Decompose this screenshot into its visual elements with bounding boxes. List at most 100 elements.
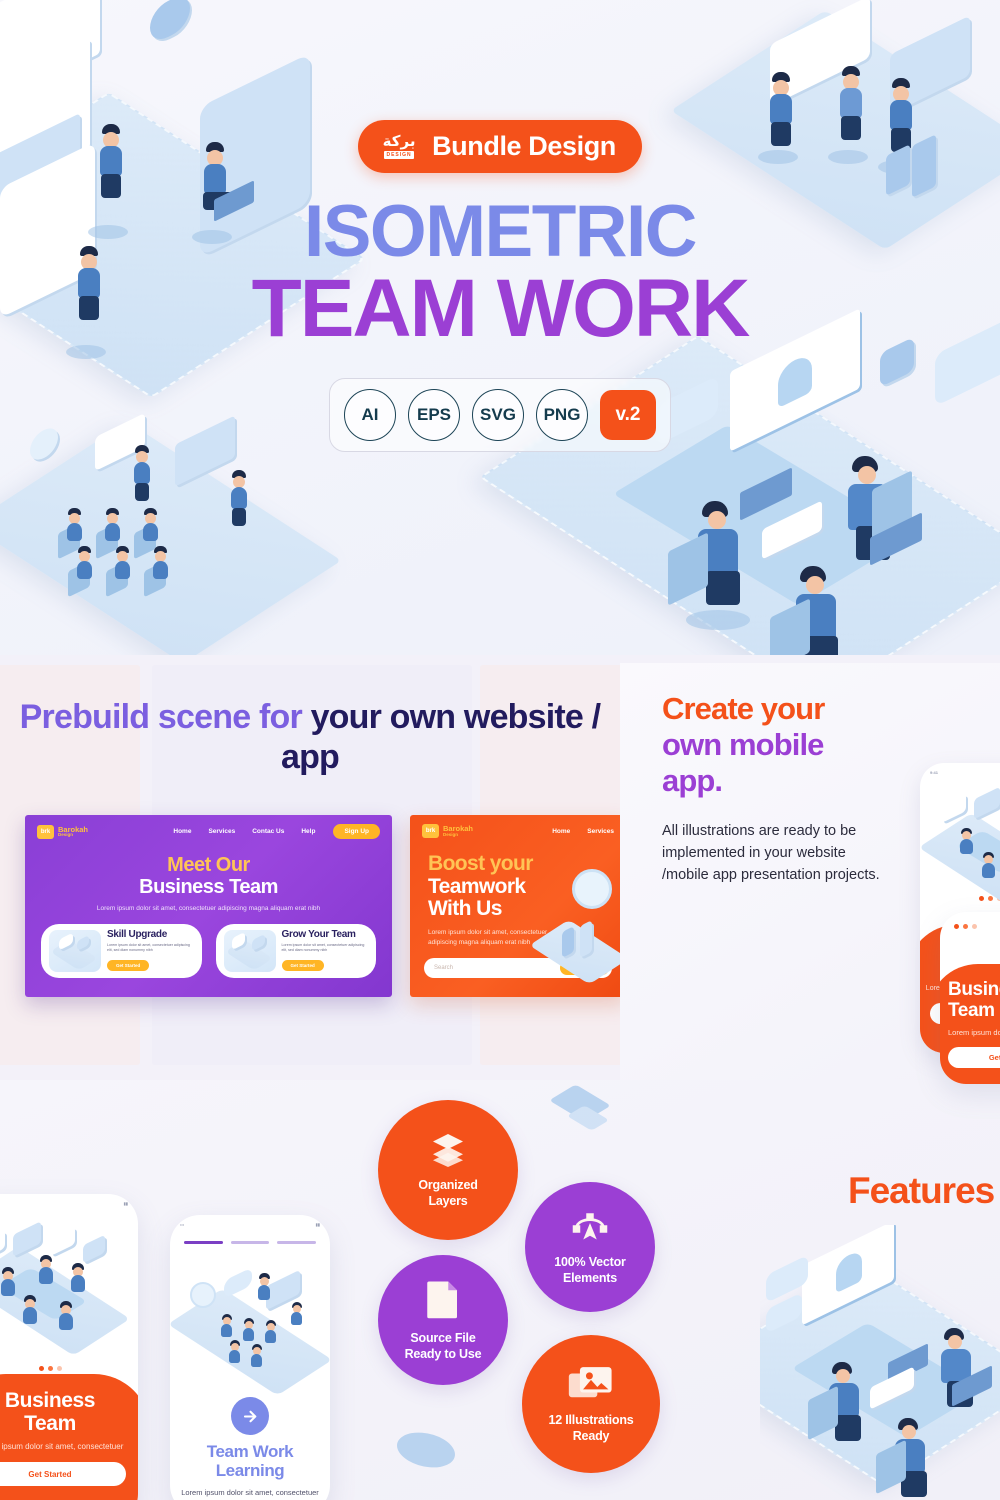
phone-right-title-1: Business bbox=[948, 979, 1000, 1000]
nav-link-services[interactable]: Services bbox=[208, 828, 235, 835]
carousel-dots[interactable] bbox=[920, 896, 1000, 901]
hero-section: بركة DESIGN Bundle Design ISOMETRIC TEAM… bbox=[0, 0, 1000, 655]
purple-feature-cards: Skill Upgrade Lorem ipsum dolor sit amet… bbox=[25, 914, 392, 979]
progress-tabs[interactable] bbox=[170, 1227, 330, 1244]
purple-headline-accent: Meet Our bbox=[167, 854, 250, 876]
phone-illustration bbox=[920, 785, 1000, 904]
phone1-cta-panel: Business Team Lorem ipsum dolor sit amet… bbox=[0, 1374, 138, 1500]
feature-label-line1: Source File bbox=[410, 1331, 476, 1346]
feature-label: 100% Vector Elements bbox=[554, 1255, 626, 1286]
phone-status-bar: ••• ▮▮ bbox=[0, 1194, 138, 1206]
nav-link-home[interactable]: Home bbox=[173, 828, 191, 835]
purple-mockup-logo[interactable]: brk Barokah Design bbox=[37, 824, 88, 839]
format-badge-svg[interactable]: SVG bbox=[472, 389, 524, 442]
deco-pie-icon bbox=[385, 1425, 467, 1475]
barokah-logo-icon: بركة DESIGN bbox=[378, 132, 420, 162]
phone1-title-1: Business bbox=[4, 1389, 96, 1412]
nav-link-contact[interactable]: Contac Us bbox=[252, 828, 284, 835]
status-icons-icon: ▮▮ bbox=[315, 1222, 320, 1227]
deco-chart-icon bbox=[549, 1084, 611, 1131]
card-body: Lorem ipsum dolor sit amet, consectetuer… bbox=[107, 942, 190, 953]
card-title: Grow Your Team bbox=[281, 929, 356, 941]
mobile-panel-heading: Create your own mobile app. bbox=[662, 691, 902, 799]
feature-label: Organized Layers bbox=[418, 1178, 478, 1209]
phone2-title-1: Team Work bbox=[206, 1442, 294, 1461]
phone2-title: Team Work Learning bbox=[170, 1442, 330, 1480]
brand-sub: DESIGN bbox=[384, 151, 414, 159]
purple-paragraph: Lorem ipsum dolor sit amet, consectetuer… bbox=[96, 905, 321, 912]
phone2-illustration bbox=[170, 1258, 330, 1396]
status-icons-icon: ▮▮ bbox=[123, 1201, 128, 1206]
phone2-title-2: Learning bbox=[215, 1460, 285, 1480]
phone2-paragraph: Lorem ipsum dolor sit amet, consectetuer bbox=[181, 1488, 319, 1497]
feature-label-line2: Layers bbox=[428, 1193, 468, 1208]
nav-link-services[interactable]: Services bbox=[587, 828, 614, 835]
mobile-panel-paragraph: All illustrations are ready to be implem… bbox=[662, 823, 880, 883]
phone1-title-2: Team bbox=[24, 1411, 76, 1435]
phone-mockup-team-work-learning[interactable]: ••• ▮▮ Team Work Learning Lorem ipsum do… bbox=[170, 1215, 330, 1500]
phone1-paragraph: Lorem ipsum dolor sit amet, consectetuer bbox=[0, 1442, 124, 1452]
card-get-started-button[interactable]: Get Started bbox=[281, 959, 324, 971]
purple-logo-sub: Design bbox=[58, 832, 74, 837]
phone-status-bar: 9:41 ▮▮ bbox=[920, 763, 1000, 775]
phone-mockup-business-team[interactable]: ••• ▮▮ Business Team Lorem ipsum dolor s… bbox=[0, 1194, 138, 1500]
feature-card-skill-upgrade[interactable]: Skill Upgrade Lorem ipsum dolor sit amet… bbox=[41, 924, 202, 979]
feature-card-grow-your-team[interactable]: Grow Your Team Lorem ipsum dolor sit ame… bbox=[215, 924, 376, 979]
orange-mockup-logo[interactable]: brk Barokah Design bbox=[422, 824, 473, 838]
feature-circle-vector-elements[interactable]: 100% Vector Elements bbox=[525, 1182, 655, 1312]
feature-label: 12 Illustrations Ready bbox=[548, 1413, 633, 1444]
phone1-illustration bbox=[0, 1220, 131, 1356]
card-body: Lorem ipsum dolor sit amet, consectetuer… bbox=[281, 942, 365, 953]
mobile-heading-orange: Create your bbox=[662, 691, 825, 726]
prebuild-section: Prebuild scene for your own website / ap… bbox=[0, 655, 1000, 1080]
prebuild-heading-part2: your own website / app bbox=[280, 698, 601, 777]
format-badge-eps[interactable]: EPS bbox=[408, 389, 460, 442]
phone-right-get-started-button[interactable]: Get Started bbox=[948, 1047, 1000, 1069]
mobile-heading-purple-1: own mobile bbox=[662, 726, 824, 762]
phone1-get-started-button[interactable]: Get Started bbox=[0, 1462, 126, 1487]
hero-illustration-classroom bbox=[0, 412, 342, 655]
purple-mockup-nav-links: Home Services Contac Us Help bbox=[173, 828, 315, 835]
card-get-started-button[interactable]: Get Started bbox=[107, 959, 150, 971]
prebuild-heading-part1: Prebuild scene for bbox=[19, 698, 303, 736]
layers-icon bbox=[426, 1131, 470, 1172]
hero-title-line1: ISOMETRIC bbox=[303, 191, 698, 272]
features-heading: Features bbox=[848, 1170, 995, 1211]
sign-up-button[interactable]: Sign Up bbox=[333, 824, 380, 839]
nav-link-help[interactable]: Help bbox=[301, 828, 315, 835]
orange-website-mockup[interactable]: brk Barokah Design Home Services Boost y… bbox=[410, 815, 626, 997]
hero-title-line2: TEAM WORK bbox=[251, 263, 751, 355]
status-dots-icon: ••• bbox=[180, 1222, 185, 1227]
status-time: 9:41 bbox=[930, 770, 939, 775]
arrow-right-icon[interactable] bbox=[231, 1397, 269, 1435]
prebuild-heading: Prebuild scene for your own website / ap… bbox=[0, 697, 620, 777]
mobile-heading-purple-2: app. bbox=[662, 762, 723, 798]
feature-label: Source File Ready to Use bbox=[405, 1331, 482, 1362]
pen-tool-icon bbox=[569, 1208, 611, 1249]
bundle-design-badge[interactable]: بركة DESIGN Bundle Design bbox=[358, 120, 642, 173]
feature-label-line1: Organized bbox=[418, 1178, 478, 1193]
format-badges: AI EPS SVG PNG v.2 bbox=[329, 378, 671, 453]
phone-right-cta-panel: Business Team Lorem ipsum dolor sit amet… bbox=[940, 964, 1000, 1084]
file-icon bbox=[425, 1278, 461, 1325]
barokah-mark-icon: brk bbox=[37, 824, 54, 839]
feature-circle-source-file[interactable]: Source File Ready to Use bbox=[378, 1255, 508, 1385]
badge-label: Bundle Design bbox=[432, 131, 616, 161]
feature-circle-organized-layers[interactable]: Organized Layers bbox=[378, 1100, 518, 1240]
phone-status-bar: ••• ▮▮ bbox=[170, 1215, 330, 1227]
feature-label-line2: Ready to Use bbox=[404, 1346, 482, 1361]
carousel-dots[interactable] bbox=[0, 1366, 138, 1371]
orange-mockup-navbar: brk Barokah Design Home Services bbox=[410, 815, 626, 847]
version-badge[interactable]: v.2 bbox=[600, 390, 656, 441]
purple-website-mockup[interactable]: brk Barokah Design Home Services Contac … bbox=[25, 815, 392, 997]
format-badge-png[interactable]: PNG bbox=[536, 389, 588, 442]
brand-script: بركة bbox=[382, 132, 417, 150]
phone-mockup-business-team-right[interactable]: Business Team Lorem ipsum dolor sit amet… bbox=[940, 912, 1000, 1084]
nav-link-home[interactable]: Home bbox=[552, 828, 570, 835]
carousel-dots[interactable] bbox=[940, 924, 1000, 929]
format-badge-ai[interactable]: AI bbox=[344, 389, 396, 442]
barokah-mark-icon: brk bbox=[422, 824, 439, 838]
orange-mockup-nav-links: Home Services bbox=[552, 828, 614, 835]
phone-right-title-2: Team bbox=[948, 999, 995, 1021]
feature-circle-illustrations-ready[interactable]: 12 Illustrations Ready bbox=[522, 1335, 660, 1473]
